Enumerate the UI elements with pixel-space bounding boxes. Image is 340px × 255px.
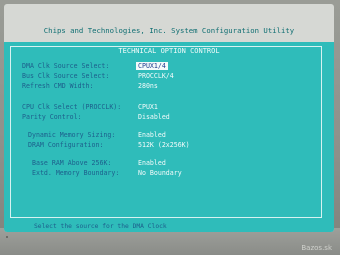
technical-option-panel: TECHNICAL OPTION CONTROL DMA Clk Source … — [4, 42, 334, 222]
setting-value-selected[interactable]: CPUX1/4 — [136, 62, 168, 70]
setting-label: Dynamic Memory Sizing: — [28, 131, 116, 139]
setting-label: CPU Clk Select (PROCCLK): — [22, 103, 122, 111]
setting-label: DRAM Configuration: — [28, 141, 104, 149]
help-text: Select the source for the DMA Clock — [34, 223, 167, 230]
bios-screen: Chips and Technologies, Inc. System Conf… — [4, 4, 334, 232]
power-led — [6, 236, 8, 238]
setting-value[interactable]: 280ns — [138, 82, 158, 90]
setting-label: Extd. Memory Boundary: — [32, 169, 120, 177]
setting-value[interactable]: Enabled — [138, 159, 166, 167]
help-status-bar: Select the source for the DMA Clock — [4, 222, 334, 232]
section-title: TECHNICAL OPTION CONTROL — [116, 47, 222, 55]
setting-value[interactable]: 512K (2x256K) — [138, 141, 190, 149]
setting-value[interactable]: PROCCLK/4 — [138, 72, 174, 80]
setting-value[interactable]: Disabled — [138, 113, 170, 121]
setting-value[interactable]: No Boundary — [138, 169, 182, 177]
setting-label: Bus Clk Source Select: — [22, 72, 110, 80]
panel-title-wrap: TECHNICAL OPTION CONTROL — [4, 38, 334, 57]
monitor-bezel-bottom — [0, 228, 340, 255]
bios-title: Chips and Technologies, Inc. System Conf… — [43, 26, 295, 35]
setting-label: Refresh CMD Width: — [22, 82, 94, 90]
setting-value[interactable]: Enabled — [138, 131, 166, 139]
setting-label: Base RAM Above 256K: — [32, 159, 112, 167]
setting-label: Parity Control: — [22, 113, 82, 121]
setting-value[interactable]: CPUX1 — [138, 103, 158, 111]
watermark: Bazos.sk — [301, 244, 332, 252]
setting-label: DMA Clk Source Select: — [22, 62, 110, 70]
